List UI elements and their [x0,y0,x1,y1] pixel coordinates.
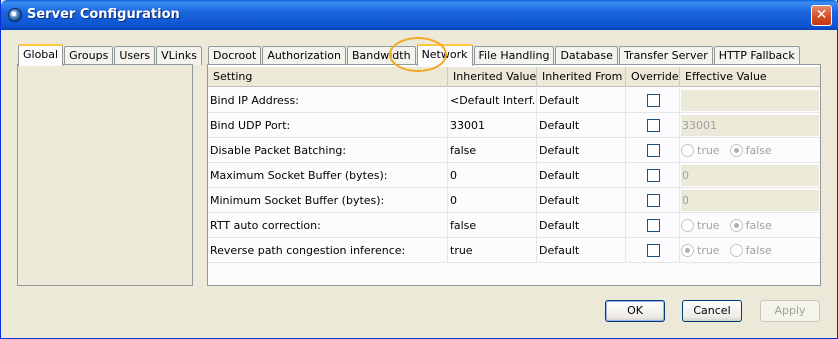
app-icon [8,8,22,22]
override-checkbox[interactable] [647,94,660,107]
tab-vlinks[interactable]: VLinks [156,46,202,65]
header-effective-value[interactable]: Effective Value [680,67,820,87]
table-row[interactable]: Minimum Socket Buffer (bytes): 0 Default… [208,188,820,213]
tab-users[interactable]: Users [114,46,156,65]
server-configuration-window: Server Configuration ✕ Global Groups Use… [0,0,838,339]
radio-false-label: false [745,219,772,232]
tab-global[interactable]: Global [18,44,64,66]
tab-database[interactable]: Database [555,46,618,65]
setting-name: Bind IP Address: [208,88,448,113]
table-row[interactable]: Disable Packet Batching: false Default t… [208,138,820,163]
inherited-from: Default [537,188,626,213]
table-row[interactable]: RTT auto correction: false Default true … [208,213,820,238]
left-panel-content [17,64,193,286]
header-setting[interactable]: Setting [208,67,448,87]
inherited-from: Default [537,113,626,138]
table-row[interactable]: Bind UDP Port: 33001 Default 33001 [208,113,820,138]
radio-true[interactable] [681,244,694,257]
radio-true[interactable] [681,219,694,232]
inherited-value: false [448,138,537,163]
inherited-from: Default [537,88,626,113]
apply-button[interactable]: Apply [760,300,820,322]
effective-value-radio-group: true false [681,138,782,163]
header-inherited-from[interactable]: Inherited From [537,67,626,87]
inherited-value: 0 [448,188,537,213]
window-title: Server Configuration [27,7,180,22]
tab-transfer-server[interactable]: Transfer Server [618,46,713,65]
right-tab-strip: Docroot Authorization Bandwidth Network … [208,44,801,66]
tab-bandwidth[interactable]: Bandwidth [347,46,416,65]
setting-name: RTT auto correction: [208,213,448,238]
radio-true-label: true [697,219,720,232]
effective-value-field[interactable] [681,90,819,111]
radio-true-label: true [697,144,720,157]
tab-file-handling[interactable]: File Handling [473,46,555,65]
radio-false-label: false [745,244,772,257]
effective-value-field[interactable]: 33001 [681,115,819,136]
inherited-value: <Default Interf... [448,88,537,113]
header-inherited-value[interactable]: Inherited Value [448,67,537,87]
inherited-value: 0 [448,163,537,188]
tab-groups[interactable]: Groups [64,46,114,65]
table-row[interactable]: Reverse path congestion inference: true … [208,238,820,263]
radio-false[interactable] [729,244,743,257]
radio-true[interactable] [681,144,694,157]
table-row[interactable]: Bind IP Address: <Default Interf... Defa… [208,88,820,113]
radio-true-label: true [697,244,720,257]
override-checkbox[interactable] [647,244,660,257]
settings-table-body: Bind IP Address: <Default Interf... Defa… [208,88,820,263]
radio-false[interactable] [729,219,743,232]
inherited-value: 33001 [448,113,537,138]
title-bar[interactable]: Server Configuration ✕ [1,0,838,30]
inherited-value: true [448,238,537,263]
inherited-from: Default [537,238,626,263]
network-settings-panel: Setting Inherited Value Inherited From O… [207,64,821,286]
inherited-from: Default [537,138,626,163]
effective-value-field[interactable]: 0 [681,190,819,211]
effective-value-field[interactable]: 0 [681,165,819,186]
effective-value-radio-group: true false [681,213,782,238]
table-row[interactable]: Maximum Socket Buffer (bytes): 0 Default… [208,163,820,188]
tab-docroot[interactable]: Docroot [208,46,262,65]
radio-false-label: false [745,144,772,157]
tab-http-fallback[interactable]: HTTP Fallback [713,46,800,65]
setting-name: Minimum Socket Buffer (bytes): [208,188,448,213]
override-checkbox[interactable] [647,194,660,207]
left-tab-strip: Global Groups Users VLinks [18,44,203,66]
ok-button[interactable]: OK [605,300,665,322]
radio-false[interactable] [729,144,743,157]
setting-name: Reverse path congestion inference: [208,238,448,263]
tab-authorization[interactable]: Authorization [262,46,346,65]
override-checkbox[interactable] [647,219,660,232]
setting-name: Maximum Socket Buffer (bytes): [208,163,448,188]
setting-name: Bind UDP Port: [208,113,448,138]
setting-name: Disable Packet Batching: [208,138,448,163]
cancel-button[interactable]: Cancel [682,300,742,322]
override-checkbox[interactable] [647,144,660,157]
close-button[interactable]: ✕ [811,5,832,26]
table-header: Setting Inherited Value Inherited From O… [208,67,820,87]
tab-network[interactable]: Network [416,44,473,66]
inherited-from: Default [537,163,626,188]
header-override[interactable]: Override [626,67,680,87]
inherited-from: Default [537,213,626,238]
inherited-value: false [448,213,537,238]
override-checkbox[interactable] [647,169,660,182]
override-checkbox[interactable] [647,119,660,132]
effective-value-radio-group: true false [681,238,782,263]
